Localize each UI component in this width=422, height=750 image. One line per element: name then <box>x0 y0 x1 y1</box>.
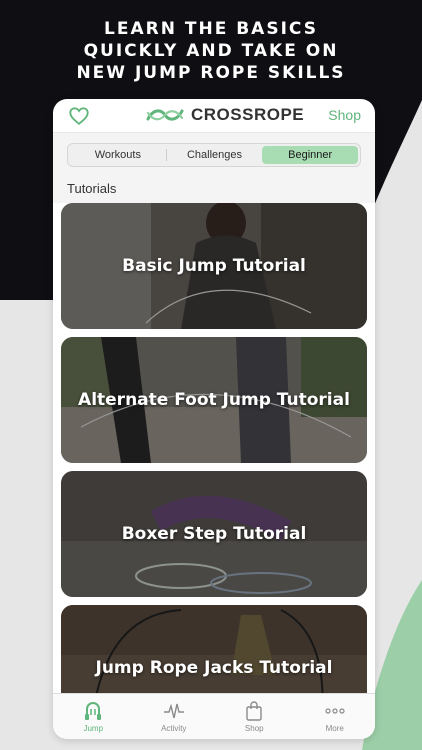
tutorial-card-alternate-foot[interactable]: Alternate Foot Jump Tutorial <box>61 337 367 463</box>
tab-label: Jump <box>83 723 104 733</box>
more-dots-icon <box>325 707 345 714</box>
brand-name: CROSSROPE <box>191 105 305 124</box>
tutorial-title: Basic Jump Tutorial <box>122 256 306 276</box>
tutorial-list[interactable]: Basic Jump Tutorial Alternate Foot Jump … <box>53 203 375 693</box>
jump-rope-icon <box>85 701 102 720</box>
tutorial-card-boxer-step[interactable]: Boxer Step Tutorial <box>61 471 367 597</box>
bottom-tab-bar: Jump Activity Shop More <box>53 693 375 739</box>
headline-line-1: LEARN THE BASICS <box>104 19 318 39</box>
segmented-control: Workouts Challenges Beginner <box>67 143 361 167</box>
tab-label: Shop <box>244 723 264 733</box>
heart-icon[interactable] <box>68 105 90 127</box>
tab-label: Activity <box>161 723 187 733</box>
segment-challenges[interactable]: Challenges <box>167 146 263 164</box>
segment-area: Workouts Challenges Beginner <box>53 133 375 177</box>
tutorial-title: Jump Rope Jacks Tutorial <box>95 658 333 678</box>
top-bar: CROSSROPE Shop <box>53 99 375 133</box>
activity-icon <box>163 702 184 718</box>
shop-link[interactable]: Shop <box>328 107 361 123</box>
segment-workouts[interactable]: Workouts <box>70 146 166 164</box>
tutorial-title: Boxer Step Tutorial <box>121 524 307 544</box>
brand-logo: CROSSROPE <box>145 105 304 125</box>
segment-beginner[interactable]: Beginner <box>262 146 359 164</box>
crossrope-logo-icon <box>146 109 184 121</box>
headline-line-2: QUICKLY AND TAKE ON <box>83 41 339 61</box>
tab-label: More <box>325 723 344 733</box>
tutorial-title: Alternate Foot Jump Tutorial <box>78 390 350 410</box>
tutorial-card-jumping-jacks[interactable]: Jump Rope Jacks Tutorial <box>61 605 367 693</box>
tab-shop[interactable]: Shop <box>214 694 295 739</box>
app-screen: CROSSROPE Shop Workouts Challenges Begin… <box>53 99 375 739</box>
tutorial-card-basic-jump[interactable]: Basic Jump Tutorial <box>61 203 367 329</box>
headline-line-3: NEW JUMP ROPE SKILLS <box>76 63 346 83</box>
tab-activity[interactable]: Activity <box>134 694 215 739</box>
tab-more[interactable]: More <box>295 694 376 739</box>
section-header: Tutorials <box>53 177 375 205</box>
tab-jump[interactable]: Jump <box>53 694 134 739</box>
marketing-headline: LEARN THE BASICS QUICKLY AND TAKE ON NEW… <box>0 18 422 84</box>
shopping-bag-icon <box>246 700 262 721</box>
card-overlay <box>61 605 367 693</box>
